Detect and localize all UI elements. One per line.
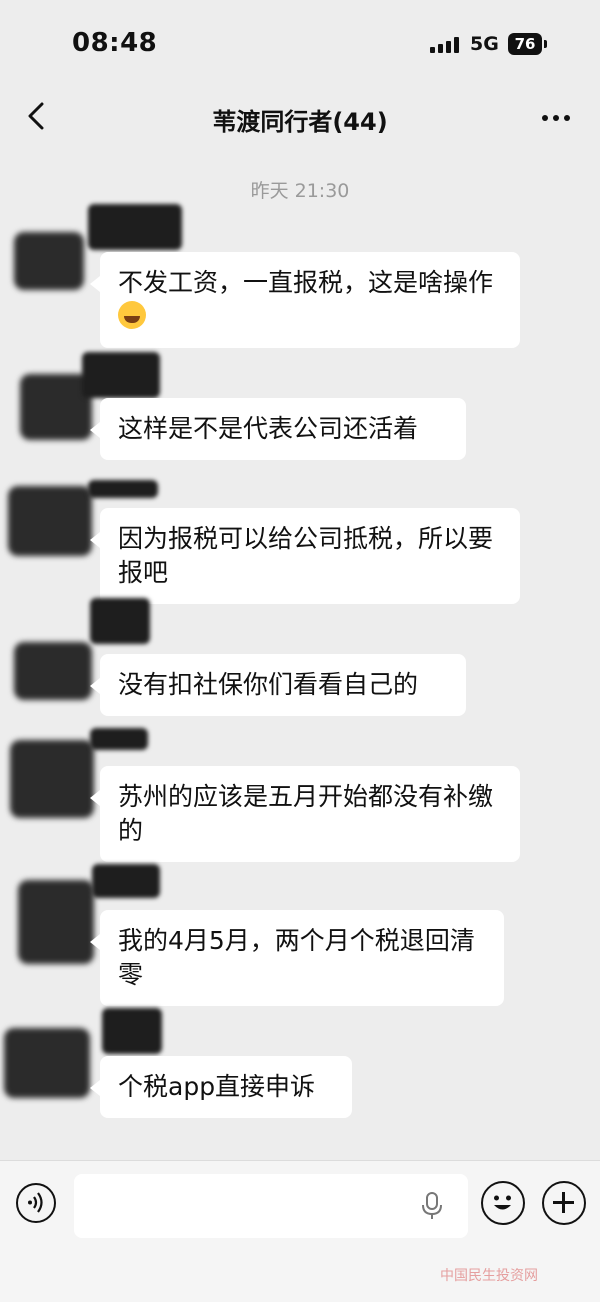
sender-name-redacted	[88, 480, 158, 498]
message-bubble[interactable]: 因为报税可以给公司抵税，所以要报吧	[90, 508, 520, 604]
message-bubble[interactable]: 我的4月5月，两个月个税退回清零	[90, 910, 504, 1006]
signal-icon	[430, 35, 464, 53]
message-text: 不发工资，一直报税，这是啥操作	[118, 268, 494, 297]
sender-name-redacted	[88, 204, 182, 250]
avatar[interactable]	[8, 636, 96, 706]
avatar[interactable]	[2, 1024, 90, 1098]
plus-icon[interactable]	[542, 1181, 586, 1225]
status-time: 08:48	[72, 28, 158, 58]
message-text: 我的4月5月，两个月个税退回清零	[118, 926, 475, 989]
message-text: 苏州的应该是五月开始都没有补缴的	[118, 782, 494, 845]
status-bar: 08:48 5G 76	[0, 0, 600, 90]
message-bubble[interactable]: 这样是不是代表公司还活着	[90, 398, 466, 460]
message-input[interactable]	[74, 1174, 468, 1238]
voice-icon[interactable]	[16, 1183, 56, 1223]
mic-icon[interactable]	[420, 1191, 444, 1221]
avatar[interactable]	[14, 876, 102, 964]
sender-name-redacted	[90, 598, 150, 644]
battery-icon: 76	[508, 33, 542, 55]
avatar[interactable]	[4, 484, 92, 556]
sender-name-redacted	[90, 728, 148, 750]
chat-title: 苇渡同行者(44)	[212, 108, 388, 136]
message-text: 没有扣社保你们看看自己的	[118, 670, 419, 699]
network-type: 5G	[470, 33, 499, 55]
message-text: 这样是不是代表公司还活着	[118, 414, 419, 443]
message-bubble[interactable]: 个税app直接申诉	[90, 1056, 352, 1118]
avatar[interactable]	[6, 734, 94, 818]
sender-name-redacted	[92, 864, 160, 898]
sender-name-redacted	[102, 1008, 162, 1054]
avatar[interactable]	[4, 226, 92, 296]
sender-name-redacted	[82, 352, 160, 398]
smile-icon[interactable]	[481, 1181, 525, 1225]
battery-tip	[544, 40, 547, 48]
time-separator: 昨天 21:30	[250, 180, 350, 202]
face-with-tears-of-joy-icon	[118, 301, 146, 329]
more-icon[interactable]	[538, 112, 574, 124]
nav-bar: 苇渡同行者(44)	[0, 88, 600, 148]
message-bubble[interactable]: 不发工资，一直报税，这是啥操作	[90, 252, 520, 348]
message-bubble[interactable]: 苏州的应该是五月开始都没有补缴的	[90, 766, 520, 862]
message-text: 个税app直接申诉	[118, 1072, 316, 1101]
message-bubble[interactable]: 没有扣社保你们看看自己的	[90, 654, 466, 716]
watermark: 中国民生投资网	[440, 1268, 538, 1284]
message-text: 因为报税可以给公司抵税，所以要报吧	[118, 524, 494, 587]
